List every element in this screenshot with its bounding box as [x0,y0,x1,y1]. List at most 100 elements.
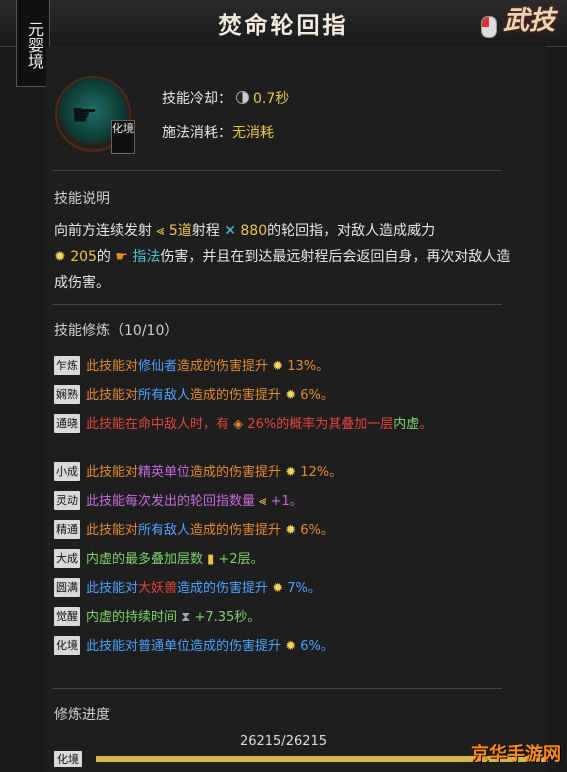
row-text: 此技能每次发出的轮回指数量 [86,494,256,509]
scroll-icon: ▮ [207,552,215,567]
top-bar: 焚命轮回指 武技 [0,0,567,47]
training-row: 化境 此技能对普通单位造成的伤害提升 ✹ 6%。 [54,636,494,656]
row-text: 造成的伤害提升 [190,523,282,538]
row-target: 所有敌人 [138,388,191,403]
row-text: 造成的伤害提升 [177,359,269,374]
training-level-tag: 乍炼 [54,356,80,375]
training-level-tag: 灵动 [54,491,80,510]
row-text: 此技能对 [86,523,139,538]
row-text: 26%的概率为其叠加一层 [247,417,394,432]
desc-damage-type: 指法 [132,249,161,265]
row-value: +2层。 [218,552,264,567]
row-text: 造成的伤害提升 [177,581,269,596]
row-value: 6%。 [300,639,334,654]
finger-strike-icon: ☛ [71,98,98,133]
power-icon: ✹ [54,249,66,265]
skill-tooltip [46,46,546,772]
row-value: +1。 [270,494,303,509]
divider [52,688,502,689]
hourglass-icon: ⧗ [181,610,191,625]
desc-power: 205 [70,249,97,265]
row-text: 此技能对 [86,581,139,596]
row-text: 此技能对 [86,359,139,374]
divider [52,170,502,171]
row-text: 造成的伤害提升 [190,465,282,480]
cooldown-stat: 技能冷却： 0.7秒 [162,88,289,108]
row-text: 内虚的持续时间 [86,610,178,625]
training-level-tag: 娴熟 [54,385,80,404]
cooldown-label: 技能冷却： [162,91,232,107]
cooldown-icon [236,91,249,104]
row-target: 内虚 [393,417,420,432]
training-heading: 技能修炼（10/10） [54,323,179,339]
desc-text: 的 [96,249,111,265]
power-icon: ✹ [272,359,284,374]
training-row: 觉醒 内虚的持续时间 ⧗ +7.35秒。 [54,607,494,627]
row-text: 造成的伤害提升 [190,639,282,654]
training-level-tag: 圆满 [54,578,80,597]
finger-icon: ☛ [115,249,128,265]
row-value: 6%。 [300,523,334,538]
training-row: 圆满 此技能对大妖兽造成的伤害提升 ✹ 7%。 [54,578,494,598]
row-value: 7%。 [287,581,321,596]
row-text: 此技能在命中敌人时，有 [86,417,230,432]
cost-value: 无消耗 [232,125,274,141]
row-text: 此技能对 [86,639,139,654]
row-target: 所有敌人 [138,523,191,538]
progress-realm-tag: 化境 [54,751,82,767]
desc-range: 880 [240,223,268,239]
skill-realm-badge: 化境 [111,120,135,154]
training-row: 精通 此技能对所有敌人造成的伤害提升 ✹ 6%。 [54,520,494,540]
training-level-tag: 通晓 [54,414,80,433]
training-row: 灵动 此技能每次发出的轮回指数量 ⪡ +1。 [54,491,494,511]
stack-icon: ◈ [233,417,244,432]
row-target: 修仙者 [138,359,178,374]
mouse-icon [481,16,497,38]
training-row: 通晓 此技能在命中敌人时，有 ◈ 26%的概率为其叠加一层内虚。 [54,414,494,434]
row-value: 12%。 [300,465,343,480]
desc-text: 向前方连续发射 [54,223,152,239]
skill-icon: ☛ 化境 [55,76,135,154]
row-value: 13%。 [287,359,330,374]
row-text: 内虚的最多叠加层数 [86,552,204,567]
arrow-count-icon: ⪡ [156,223,165,239]
row-target: 大妖兽 [138,581,178,596]
power-icon: ✹ [285,388,297,403]
description-heading: 技能说明 [54,191,110,207]
row-text: 此技能对 [86,388,139,403]
training-level-tag: 觉醒 [54,607,80,626]
training-row: 娴熟 此技能对所有敌人造成的伤害提升 ✹ 6%。 [54,385,494,405]
watermark: 京华手游网 [471,744,561,765]
skill-description: 向前方连续发射 ⪡ 5道射程 ✕ 880的轮回指，对敌人造成威力 ✹ 205的 … [54,218,524,296]
desc-text: 射程 [191,223,220,239]
row-value: +7.35秒。 [194,610,261,625]
progress-heading: 修炼进度 [54,707,110,723]
power-icon: ✹ [272,581,284,596]
power-icon: ✹ [285,639,297,654]
row-text: 造成的伤害提升 [190,388,282,403]
cost-label: 施法消耗： [162,125,232,141]
arrow-count-icon: ⪡ [259,494,267,509]
training-row: 小成 此技能对精英单位造成的伤害提升 ✹ 12%。 [54,462,494,482]
row-target: 普通单位 [138,639,191,654]
realm-tag: 元婴境 [16,0,50,87]
training-level-tag: 大成 [54,549,80,568]
training-level-tag: 小成 [54,462,80,481]
training-row: 乍炼 此技能对修仙者造成的伤害提升 ✹ 13%。 [54,356,494,376]
tab-martial-arts[interactable]: 武技 [503,0,555,37]
cooldown-value: 0.7秒 [253,91,290,107]
row-text: 此技能对 [86,465,139,480]
power-icon: ✹ [285,465,297,480]
row-text: 。 [419,417,433,432]
desc-count: 5道 [168,223,192,239]
power-icon: ✹ [285,523,297,538]
desc-text: 的轮回指，对敌人造成威力 [267,223,436,239]
cost-stat: 施法消耗：无消耗 [162,122,274,142]
range-icon: ✕ [224,223,236,239]
training-row: 大成 内虚的最多叠加层数 ▮ +2层。 [54,549,494,569]
divider [52,304,502,305]
row-value: 6%。 [300,388,334,403]
training-level-tag: 精通 [54,520,80,539]
row-target: 精英单位 [138,465,191,480]
training-level-tag: 化境 [54,636,80,655]
